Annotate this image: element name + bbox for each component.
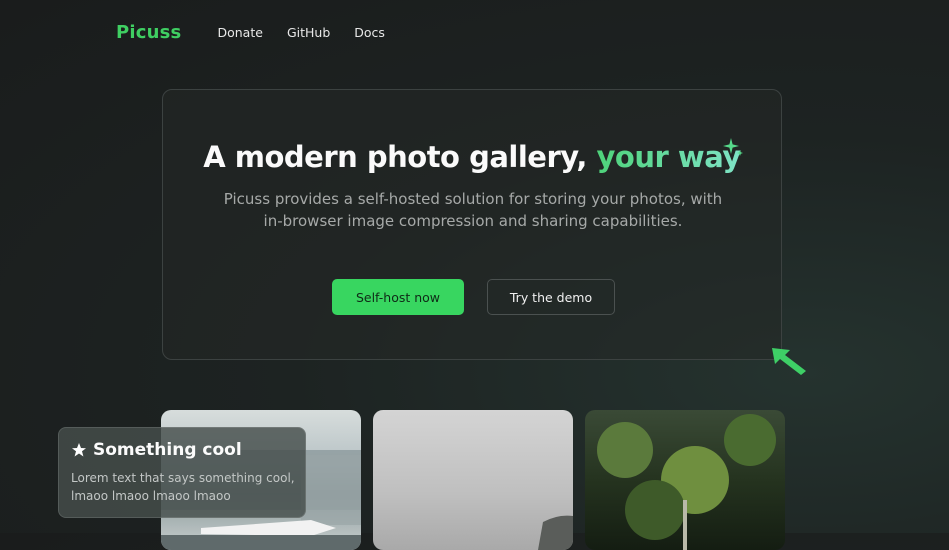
feature-tooltip: Something cool Lorem text that says some… xyxy=(58,427,306,518)
nav-link-donate[interactable]: Donate xyxy=(217,25,262,40)
nav-link-docs[interactable]: Docs xyxy=(354,25,385,40)
try-demo-button[interactable]: Try the demo xyxy=(487,279,615,315)
hero-subtitle: Picuss provides a self-hosted solution f… xyxy=(203,188,743,232)
tooltip-header: Something cool xyxy=(71,440,293,460)
hero-card: A modern photo gallery, your way Picuss … xyxy=(162,89,782,360)
nav-link-github[interactable]: GitHub xyxy=(287,25,330,40)
hero-title-accent: your way xyxy=(596,140,742,174)
hero-title-main: A modern photo gallery, xyxy=(203,140,597,174)
top-nav: Picuss Donate GitHub Docs xyxy=(116,22,409,43)
hero-subtitle-line-1: Picuss provides a self-hosted solution f… xyxy=(223,190,723,208)
tooltip-text: Lorem text that says something cool, lma… xyxy=(71,471,295,503)
gallery-photo-fog[interactable] xyxy=(373,410,573,550)
sparkle-icon xyxy=(723,138,743,156)
hero-title: A modern photo gallery, your way xyxy=(163,140,781,174)
tooltip-title: Something cool xyxy=(93,440,242,460)
hero-subtitle-line-2: in-browser image compression and sharing… xyxy=(263,212,683,230)
self-host-button[interactable]: Self-host now xyxy=(332,279,464,315)
fog-photo xyxy=(538,515,573,550)
nav-links: Donate GitHub Docs xyxy=(217,25,408,40)
gallery-photo-forest[interactable] xyxy=(585,410,785,550)
cursor-arrow-icon xyxy=(772,348,806,375)
forest-photo xyxy=(597,414,776,550)
star-icon xyxy=(72,443,86,457)
logo[interactable]: Picuss xyxy=(116,22,181,43)
